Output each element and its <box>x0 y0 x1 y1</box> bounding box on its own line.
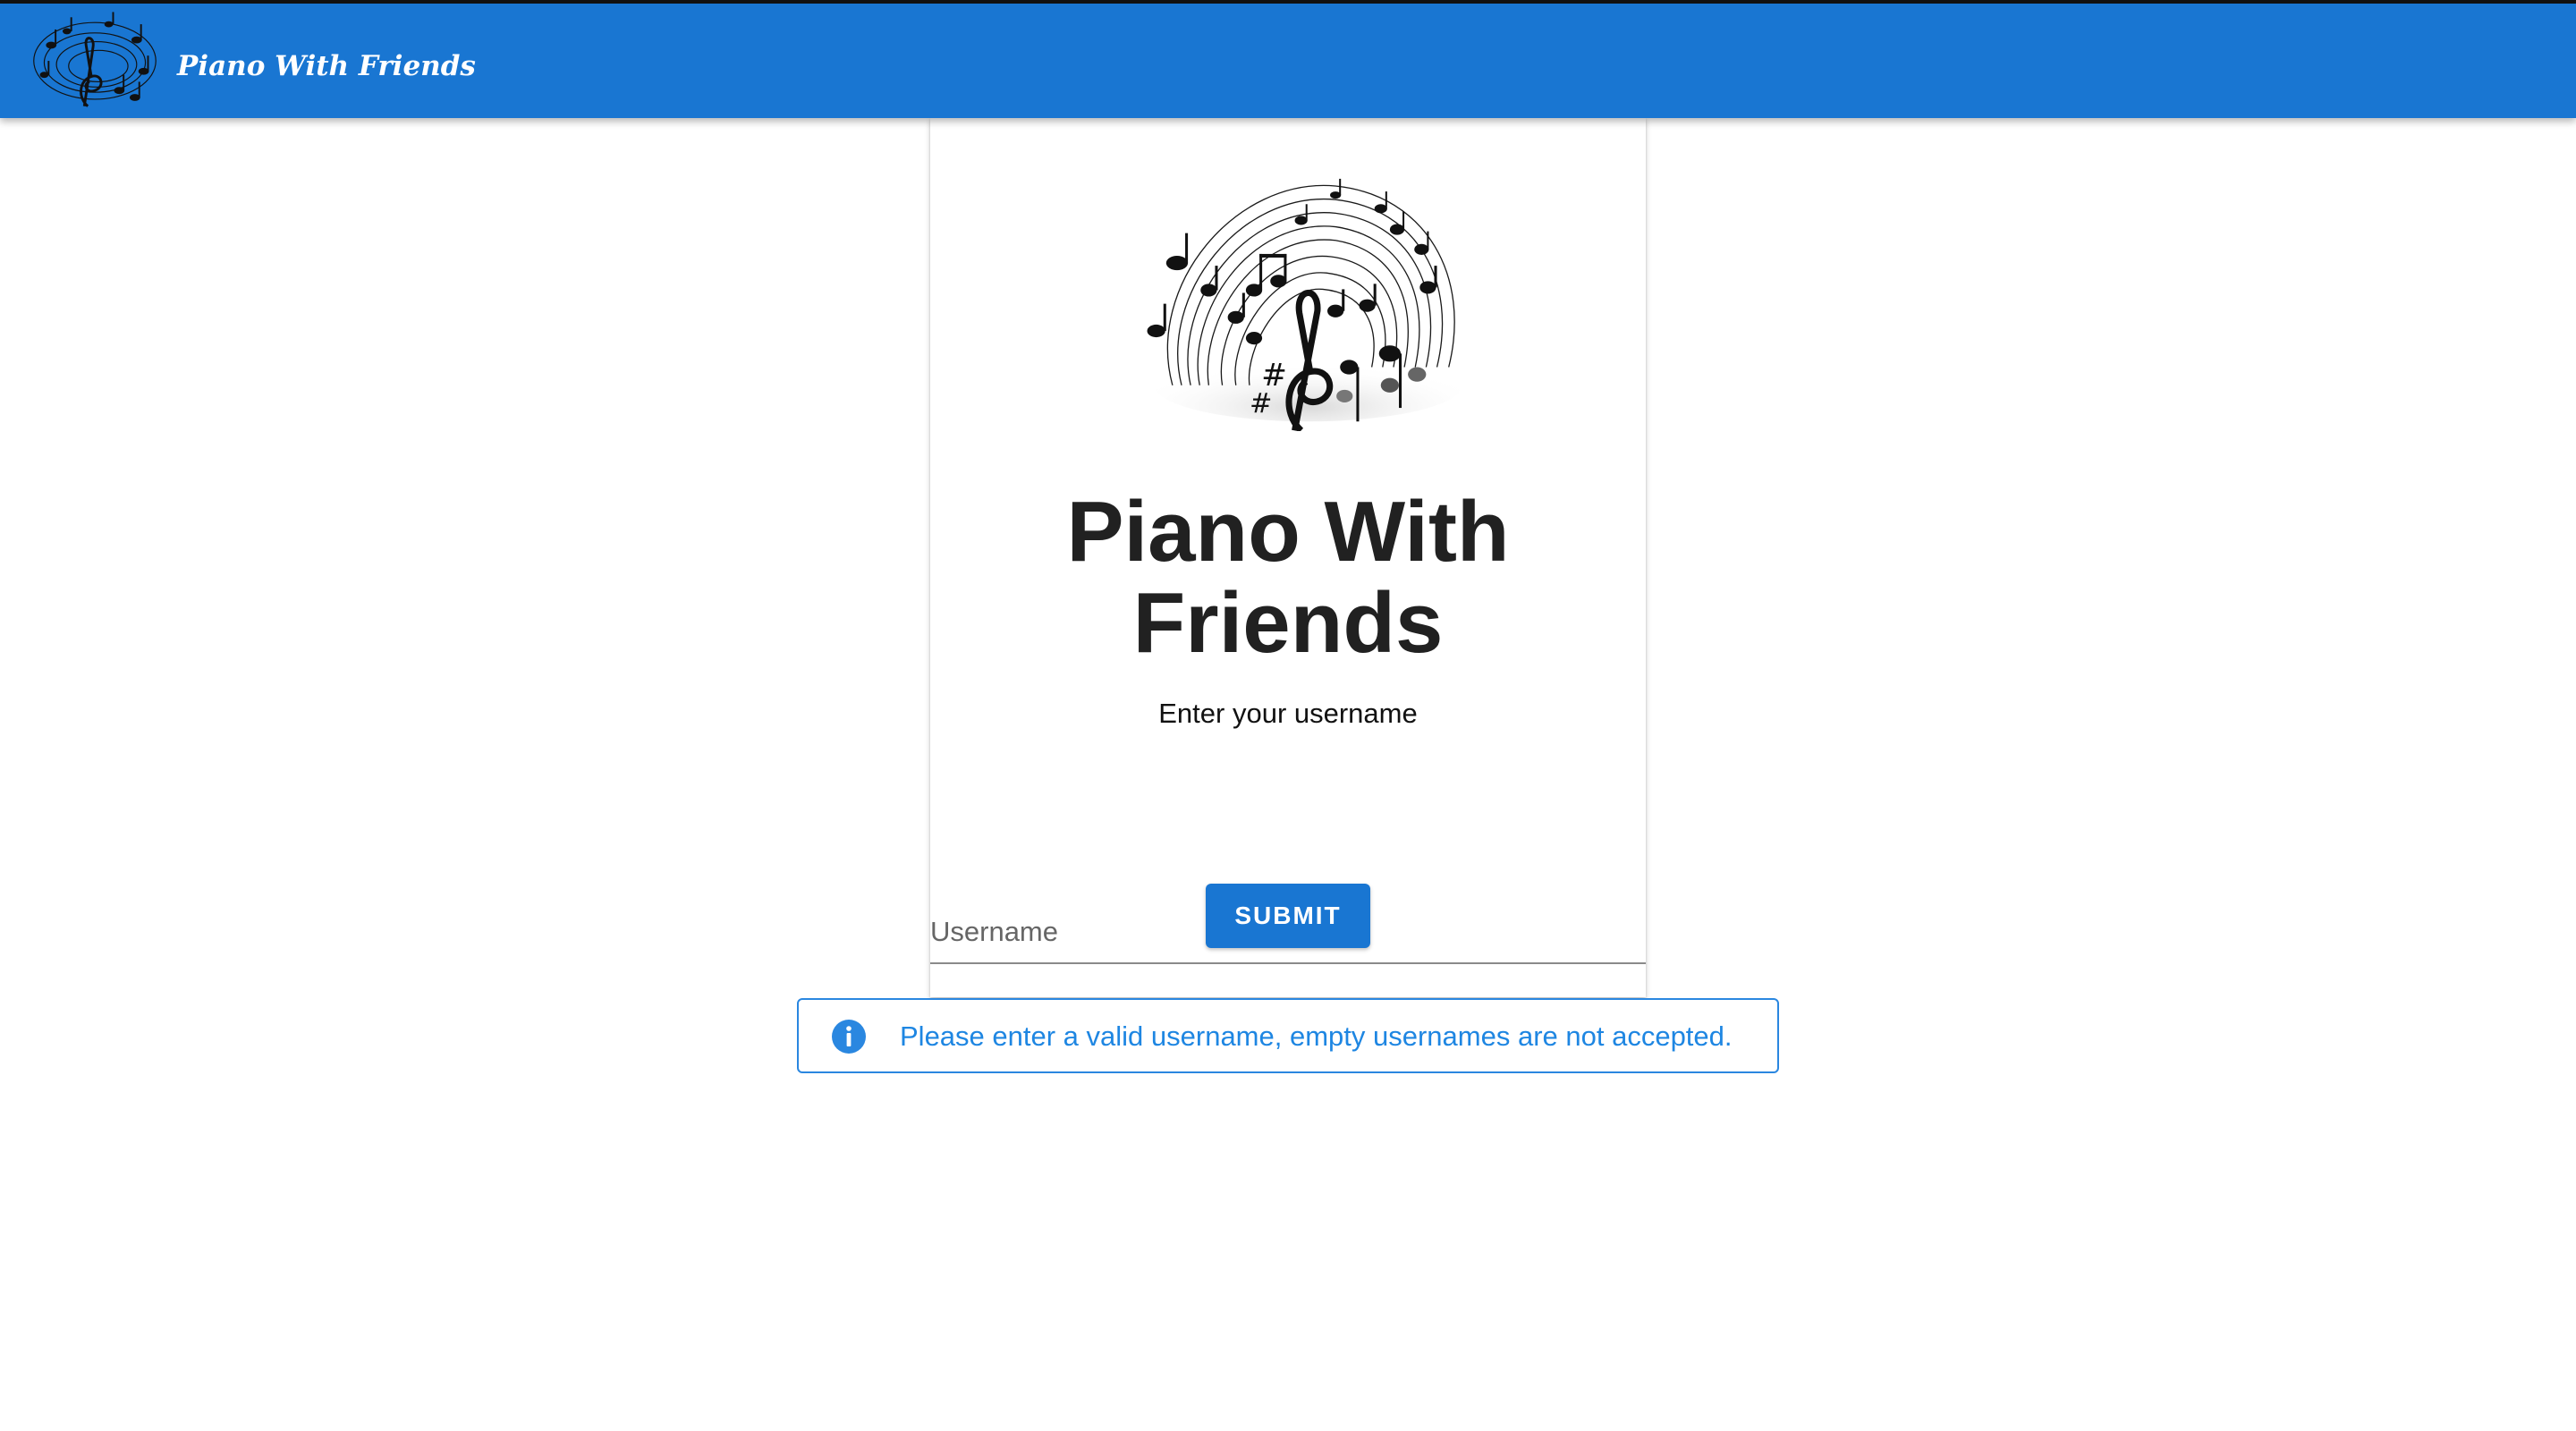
svg-text:#: # <box>1250 388 1272 419</box>
alert-message: Please enter a valid username, empty use… <box>900 1020 1733 1052</box>
page-title-line-2: Friends <box>1132 575 1444 671</box>
validation-alert: Please enter a valid username, empty use… <box>797 998 1779 1073</box>
page-title-line-1: Piano With <box>1066 484 1510 580</box>
page-title: Piano With Friends <box>930 487 1646 669</box>
username-underline <box>930 962 1646 964</box>
music-notes-swirl-icon[interactable] <box>25 9 165 116</box>
app-bar: Piano With Friends <box>0 0 2576 118</box>
music-notes-swirl-icon: # # <box>1147 178 1462 431</box>
login-card: # # Piano With Friends Enter your userna… <box>930 118 1646 997</box>
app-title[interactable]: Piano With Friends <box>177 48 476 84</box>
submit-button[interactable]: SUBMIT <box>1206 884 1370 948</box>
page-subtitle: Enter your username <box>1158 698 1418 729</box>
info-icon <box>832 1020 866 1054</box>
